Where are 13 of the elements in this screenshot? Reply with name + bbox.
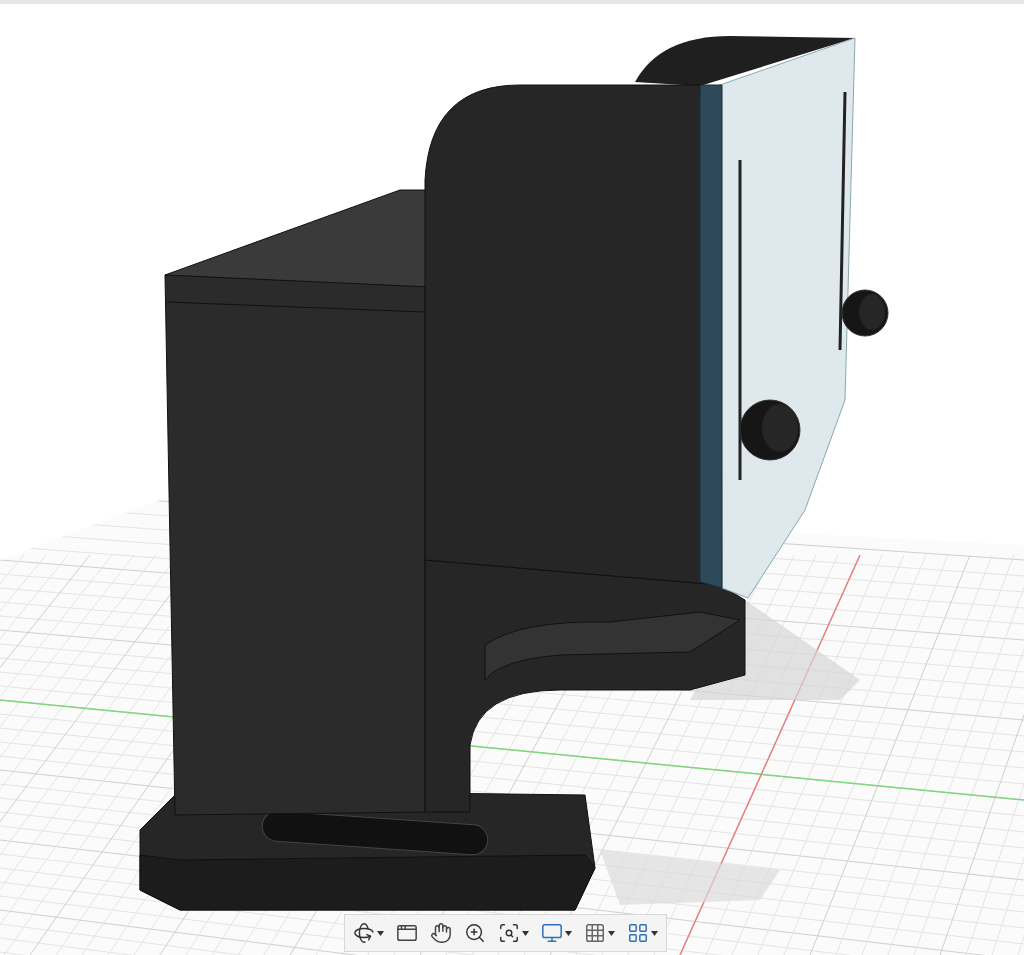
monitor-icon [541,922,563,944]
zoom-fit-icon [498,922,520,944]
caret-icon [565,930,572,936]
orbit-icon [353,922,375,944]
hand-icon [430,922,452,944]
caret-icon [608,930,615,936]
zoom-icon [464,922,486,944]
four-panes-icon [627,922,649,944]
caret-icon [522,930,529,936]
caret-icon [651,930,658,936]
grid-icon [584,922,606,944]
caret-icon [377,930,384,936]
window-icon [396,922,418,944]
